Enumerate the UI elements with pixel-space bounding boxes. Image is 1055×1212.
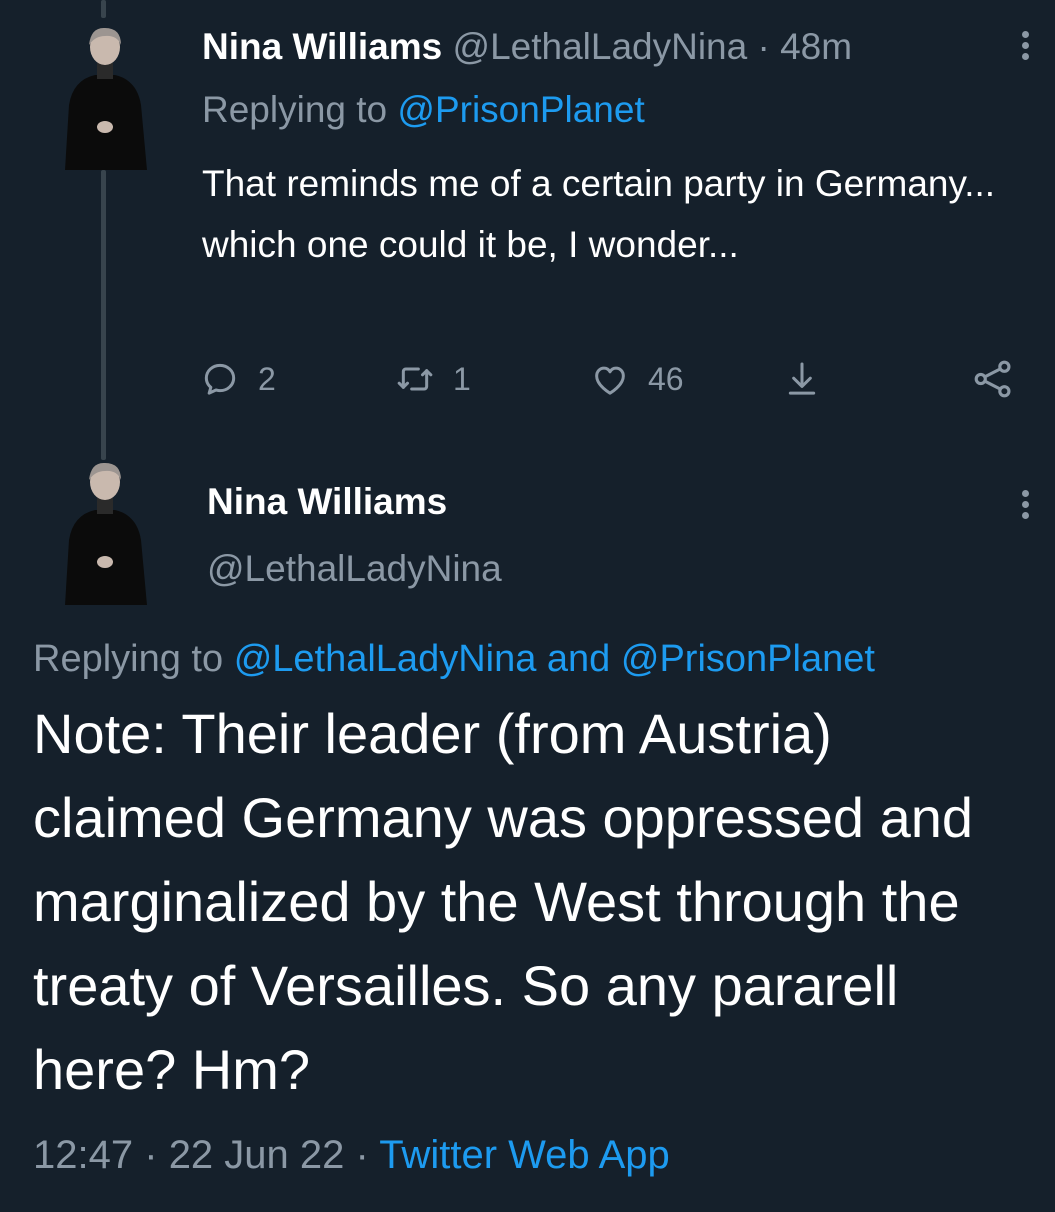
more-options-icon[interactable] [1020, 31, 1030, 64]
replying-to: Replying to @LethalLadyNina and @PrisonP… [33, 636, 875, 682]
tweet-header: Nina Williams @LethalLadyNina · 48m [202, 25, 852, 69]
display-name[interactable]: Nina Williams [202, 26, 442, 67]
avatar[interactable] [55, 25, 155, 170]
replying-label: Replying to [33, 638, 224, 680]
mention-link[interactable]: @LethalLadyNina and @PrisonPlanet [234, 638, 875, 680]
time-separator: · [757, 26, 770, 67]
tweet-date[interactable]: 22 Jun 22 [169, 1133, 345, 1177]
display-name[interactable]: Nina Williams [207, 479, 447, 525]
reply-count: 2 [258, 360, 276, 397]
meta-separator: · [144, 1133, 158, 1177]
reply-icon [204, 363, 236, 395]
reply-button[interactable]: 2 [200, 355, 276, 403]
like-icon [595, 366, 625, 395]
share-icon [788, 362, 816, 395]
meta-separator: · [355, 1133, 369, 1177]
thread-line-middle [101, 170, 106, 460]
tweet-time[interactable]: 12:47 [33, 1133, 133, 1177]
retweet-icon [397, 367, 433, 391]
tweet-source[interactable]: Twitter Web App [379, 1133, 670, 1177]
like-count: 46 [648, 360, 684, 397]
share-button[interactable] [782, 355, 822, 403]
thread-line-top [101, 0, 106, 18]
share-network-button[interactable] [972, 355, 1014, 403]
tweet-text: That reminds me of a certain party in Ge… [202, 163, 996, 265]
tweet-meta: 12:47 · 22 Jun 22 · Twitter Web App [33, 1130, 670, 1180]
retweet-count: 1 [453, 360, 471, 397]
tweet-text: Note: Their leader (from Austria) claime… [33, 702, 974, 1101]
tweet-actions: 2 1 46 [200, 355, 1030, 403]
mention-link[interactable]: @PrisonPlanet [397, 89, 644, 130]
avatar[interactable] [55, 460, 155, 605]
like-button[interactable]: 46 [590, 355, 684, 403]
handle[interactable]: @LethalLadyNina [453, 26, 748, 67]
share-network-icon [974, 360, 1011, 398]
tweet-time[interactable]: 48m [780, 26, 852, 67]
more-options-icon[interactable] [1020, 490, 1030, 523]
replying-to: Replying to @PrisonPlanet [202, 88, 645, 132]
handle[interactable]: @LethalLadyNina [207, 546, 502, 592]
replying-label: Replying to [202, 89, 388, 130]
retweet-button[interactable]: 1 [395, 355, 471, 403]
